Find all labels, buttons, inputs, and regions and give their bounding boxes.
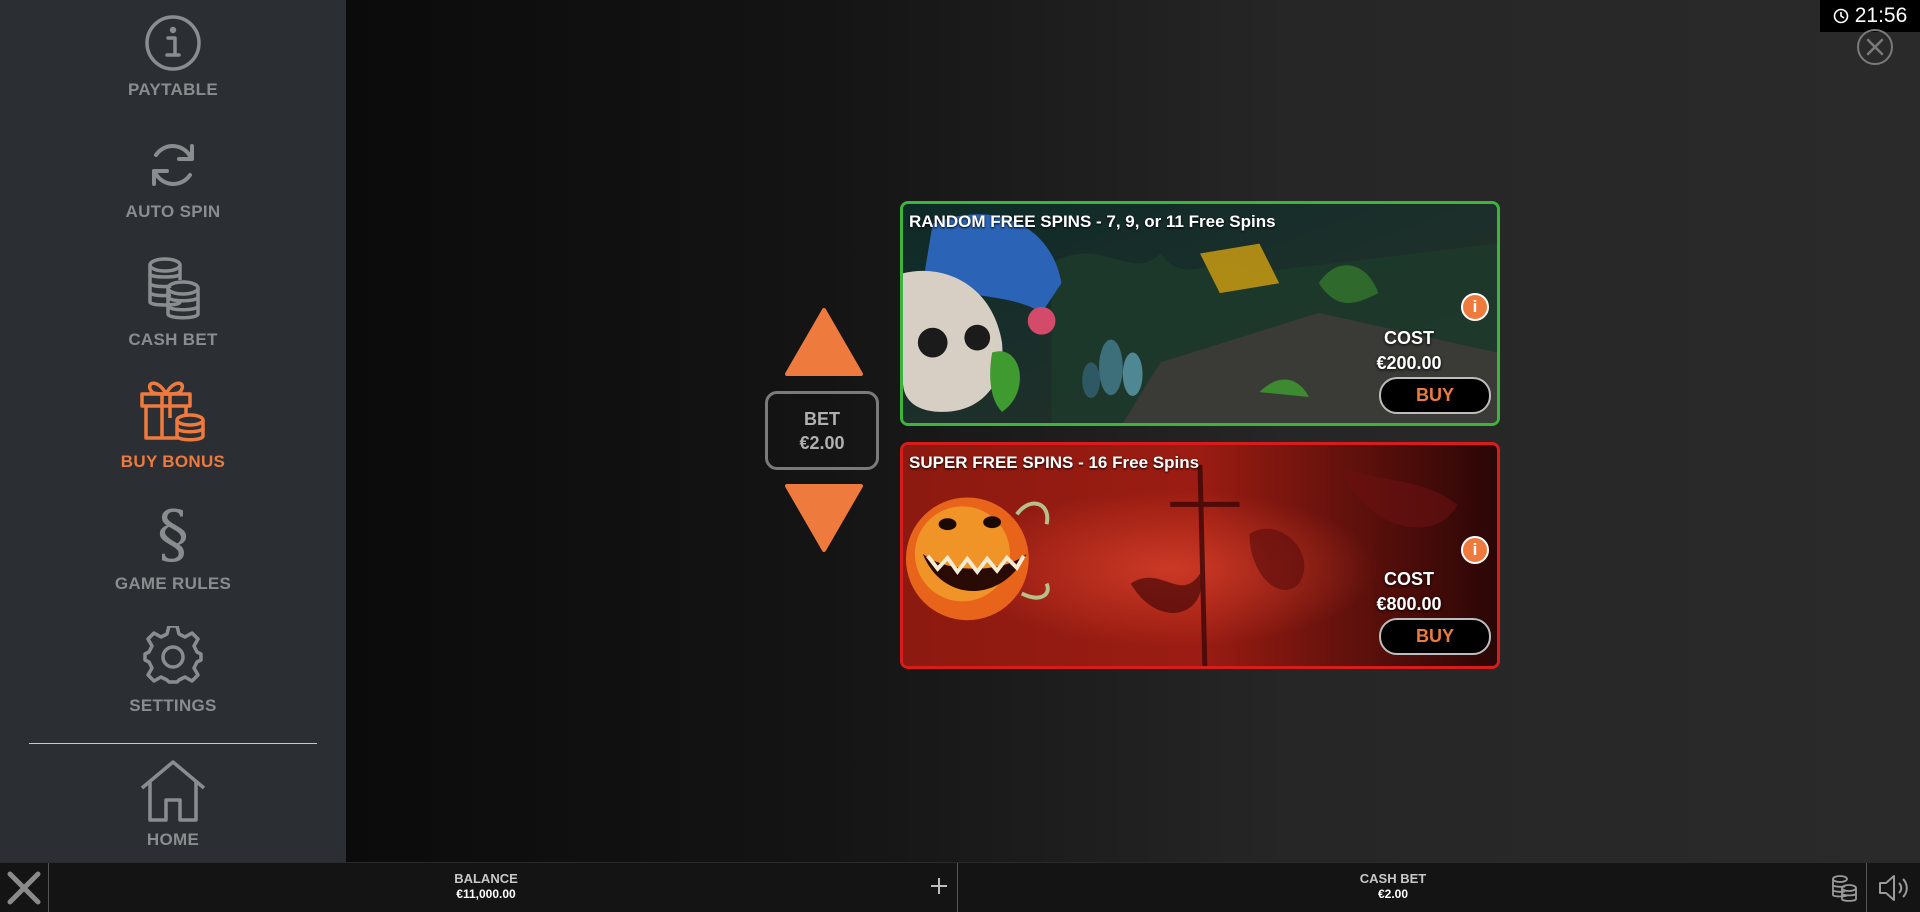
- cash-bet-label: CASH BET: [1359, 871, 1427, 886]
- bet-label: BET: [804, 408, 840, 429]
- balance-value: €11,000.00: [456, 887, 516, 901]
- section-sign-icon: §: [157, 500, 189, 566]
- sidebar-item-label: BUY BONUS: [120, 452, 226, 471]
- exit-game-button[interactable]: [0, 863, 49, 912]
- balance-label: BALANCE: [454, 871, 518, 886]
- bottom-bar-divider: [1866, 863, 1867, 912]
- add-funds-button[interactable]: [924, 871, 954, 901]
- clock-time: 21:56: [1854, 4, 1908, 27]
- info-icon: [145, 15, 201, 71]
- clock: 21:56: [1820, 0, 1920, 32]
- sidebar-item-label: GAME RULES: [114, 574, 232, 593]
- main-area: [346, 0, 1920, 862]
- svg-text:§: §: [157, 500, 189, 566]
- coins-icon[interactable]: [1829, 873, 1859, 903]
- speaker-icon: [1879, 875, 1908, 901]
- balance-display: BALANCE €11,000.00: [436, 871, 536, 901]
- bet-value: €2.00: [799, 432, 845, 453]
- offer-title: SUPER FREE SPINS - 16 Free Spins: [909, 453, 1200, 472]
- coins-icon: [148, 257, 200, 320]
- buy-button[interactable]: BUY: [1379, 377, 1491, 414]
- sidebar-item-buy-bonus[interactable]: BUY BONUS: [0, 374, 346, 486]
- sidebar-item-game-rules[interactable]: § GAME RULES: [0, 500, 346, 612]
- bet-display: BET €2.00: [765, 391, 879, 470]
- sidebar-item-settings[interactable]: SETTINGS: [0, 626, 346, 738]
- close-icon: [7, 871, 41, 904]
- offer-cost-value: €800.00: [1376, 594, 1442, 614]
- bet-decrease-button[interactable]: [784, 483, 864, 553]
- sidebar-item-auto-spin[interactable]: AUTO SPIN: [0, 136, 346, 248]
- sidebar-item-cash-bet[interactable]: CASH BET: [0, 256, 346, 368]
- offer-info-icon[interactable]: i: [1461, 536, 1489, 564]
- close-icon: [1866, 38, 1884, 56]
- sidebar-item-label: CASH BET: [128, 330, 218, 349]
- offer-title: RANDOM FREE SPINS - 7, 9, or 11 Free Spi…: [909, 212, 1276, 231]
- clock-icon: [1833, 8, 1849, 24]
- sidebar: PAYTABLE AUTO SPIN CASH BET BUY BONUS § …: [0, 0, 346, 862]
- plus-icon: [931, 878, 947, 894]
- sound-toggle-button[interactable]: [1875, 871, 1915, 905]
- refresh-icon: [152, 144, 194, 186]
- offer-info-icon[interactable]: i: [1461, 293, 1489, 321]
- sidebar-item-label: AUTO SPIN: [125, 202, 221, 221]
- bottom-bar: BALANCE €11,000.00 CASH BET €2.00: [0, 862, 1920, 912]
- bonus-offer-super-free-spins: SUPER FREE SPINS - 16 Free Spins i COST …: [900, 442, 1500, 669]
- sidebar-item-home[interactable]: HOME: [0, 758, 346, 870]
- offer-cost-label: COST: [1383, 569, 1434, 589]
- bottom-bar-divider: [957, 863, 958, 912]
- offer-cost-value: €200.00: [1376, 353, 1442, 373]
- sidebar-item-label: SETTINGS: [129, 696, 217, 715]
- gear-icon: [143, 626, 203, 684]
- sidebar-divider: [29, 743, 317, 744]
- home-icon: [140, 760, 206, 822]
- offer-cost-label: COST: [1383, 328, 1434, 348]
- sidebar-item-paytable[interactable]: PAYTABLE: [0, 14, 346, 126]
- cash-bet-value: €2.00: [1377, 887, 1409, 901]
- buy-button[interactable]: BUY: [1379, 618, 1491, 655]
- cash-bet-display: CASH BET €2.00: [1343, 871, 1443, 901]
- bonus-offer-random-free-spins: RANDOM FREE SPINS - 7, 9, or 11 Free Spi…: [900, 201, 1500, 426]
- close-button[interactable]: [1857, 29, 1893, 65]
- bet-increase-button[interactable]: [784, 307, 864, 377]
- sidebar-item-label: PAYTABLE: [128, 80, 218, 99]
- gift-coins-icon: [140, 381, 205, 442]
- sidebar-item-label: HOME: [146, 830, 200, 849]
